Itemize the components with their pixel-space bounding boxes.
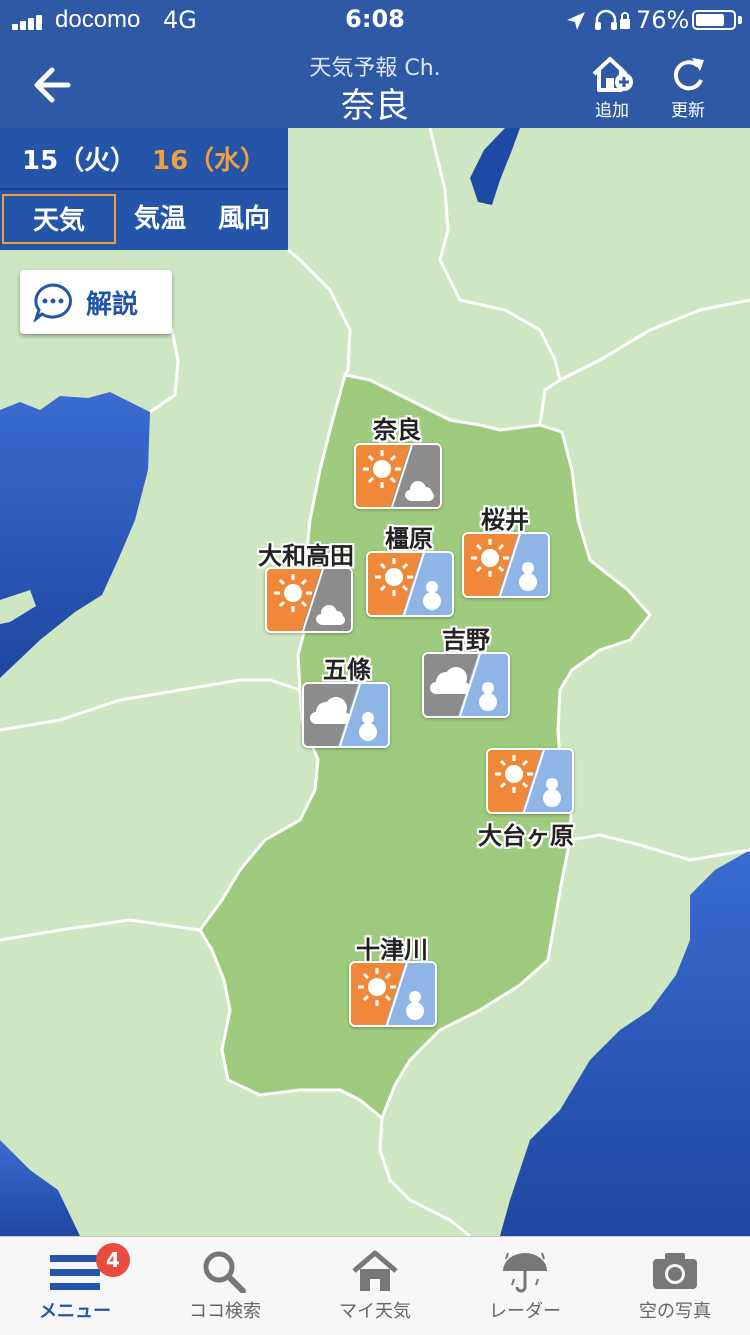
camera-icon bbox=[653, 1253, 697, 1289]
weather-icon-kashihara[interactable] bbox=[366, 551, 454, 617]
home-add-icon bbox=[592, 57, 633, 92]
place-label-sakurai: 桜井 bbox=[481, 506, 529, 534]
nav-header: 天気予報 Ch. 奈良 追加 更新 bbox=[0, 40, 750, 128]
speech-bubble-icon bbox=[33, 283, 72, 322]
headphones-icon bbox=[595, 9, 617, 30]
tab-temperature[interactable]: 気温 bbox=[120, 194, 200, 244]
tab-search[interactable]: ココ検索 bbox=[150, 1237, 300, 1335]
weather-icon-odaigahara[interactable] bbox=[486, 748, 574, 814]
tab-sky-photos[interactable]: 空の写真 bbox=[600, 1237, 750, 1335]
refresh-label: 更新 bbox=[671, 101, 705, 121]
place-label-odaigahara: 大台ヶ原 bbox=[478, 822, 574, 850]
place-label-totsukawa: 十津川 bbox=[356, 936, 428, 964]
tab-search-label: ココ検索 bbox=[189, 1301, 261, 1322]
add-label: 追加 bbox=[595, 101, 629, 121]
weather-icon-sakurai[interactable] bbox=[462, 532, 550, 598]
bottom-tab-bar: メニュー 4 ココ検索 マイ天気 レーダー 空の写真 bbox=[0, 1236, 750, 1335]
status-bar: docomo 4G 6:08 76% bbox=[0, 0, 750, 40]
tab-radar-label: レーダー bbox=[489, 1301, 561, 1322]
refresh-button[interactable]: 更新 bbox=[658, 54, 718, 124]
explanation-button[interactable]: 解説 bbox=[20, 270, 172, 334]
battery-percent: 76% bbox=[636, 6, 690, 34]
place-label-nara: 奈良 bbox=[373, 416, 421, 444]
refresh-icon bbox=[673, 58, 704, 91]
place-label-gojo: 五條 bbox=[323, 656, 371, 684]
weather-icon-yamatotakada[interactable] bbox=[265, 567, 353, 633]
place-label-kashihara: 橿原 bbox=[385, 525, 433, 553]
date-tab-16[interactable]: 16（水） bbox=[152, 140, 266, 177]
location-icon bbox=[567, 12, 585, 30]
place-label-yamatotakada: 大和高田 bbox=[258, 542, 354, 570]
search-icon bbox=[203, 1251, 246, 1293]
home-icon bbox=[352, 1250, 398, 1291]
forecast-control-panel: 15（火） 16（水） 天気 気温 風向 bbox=[0, 128, 288, 250]
weather-icon-yoshino[interactable] bbox=[422, 652, 510, 718]
explanation-label: 解説 bbox=[86, 290, 139, 320]
battery-icon bbox=[692, 10, 736, 30]
tab-wind[interactable]: 風向 bbox=[204, 194, 284, 244]
weather-icon-totsukawa[interactable] bbox=[349, 961, 437, 1027]
battery-cap bbox=[738, 16, 742, 24]
tab-radar[interactable]: レーダー bbox=[450, 1237, 600, 1335]
tab-weather[interactable]: 天気 bbox=[2, 194, 116, 244]
tab-my-weather-label: マイ天気 bbox=[339, 1301, 411, 1322]
weather-icon-gojo[interactable] bbox=[302, 682, 390, 748]
tab-menu-label: メニュー bbox=[39, 1301, 111, 1322]
weather-icon-nara[interactable] bbox=[354, 443, 442, 509]
add-button[interactable]: 追加 bbox=[582, 54, 642, 124]
date-tab-15[interactable]: 15（火） bbox=[22, 140, 136, 177]
umbrella-icon bbox=[503, 1252, 547, 1293]
notification-badge: 4 bbox=[96, 1243, 130, 1277]
tab-menu[interactable]: メニュー 4 bbox=[0, 1237, 150, 1335]
lock-rotation-icon bbox=[620, 12, 630, 29]
menu-icon bbox=[50, 1255, 100, 1290]
mode-tabs: 天気 気温 風向 bbox=[0, 188, 288, 250]
tab-sky-photos-label: 空の写真 bbox=[639, 1301, 711, 1322]
tab-my-weather[interactable]: マイ天気 bbox=[300, 1237, 450, 1335]
place-label-yoshino: 吉野 bbox=[442, 626, 490, 654]
